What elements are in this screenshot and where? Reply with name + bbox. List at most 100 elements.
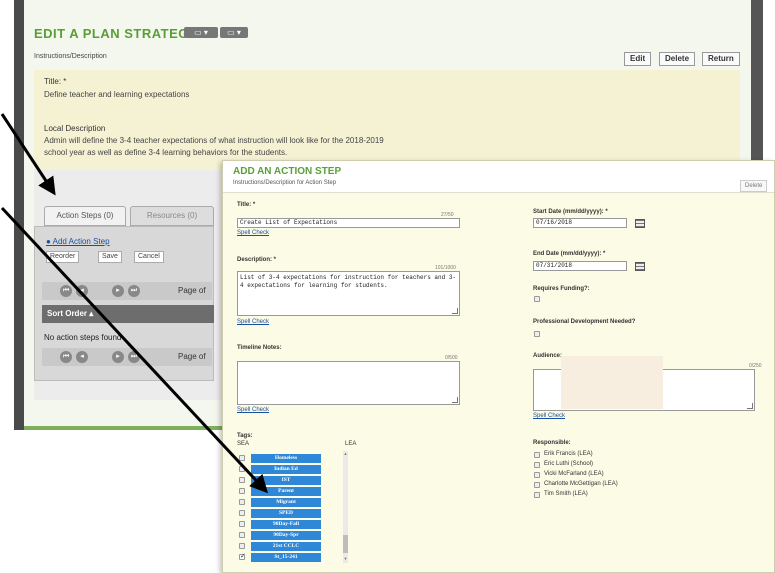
page-label: Page of	[178, 352, 206, 361]
pager-bottom: ⏮ ◂ ▸ ⏭ Page of	[42, 348, 212, 366]
sort-order-header[interactable]: Sort Order ▴	[42, 305, 214, 323]
tag-checkbox[interactable]	[239, 521, 245, 527]
tag-label: SPED	[251, 509, 321, 518]
title-spell-check-link[interactable]: Spell Check	[237, 230, 269, 236]
timeline-notes-textarea[interactable]	[237, 361, 460, 405]
scroll-up-icon[interactable]: ▲	[343, 451, 348, 456]
start-date-input[interactable]: 07/16/2018	[533, 218, 627, 228]
sea-label: SEA	[237, 441, 250, 447]
left-dark-border	[14, 0, 24, 430]
audience-spell-check-link[interactable]: Spell Check	[533, 413, 565, 419]
responsible-checkbox[interactable]	[534, 482, 540, 488]
tag-checkbox[interactable]	[239, 499, 245, 505]
lea-label: LEA	[345, 441, 357, 447]
obscuring-overlay	[561, 356, 663, 409]
edit-button[interactable]: Edit	[624, 52, 652, 66]
end-date-input[interactable]: 07/31/2018	[533, 261, 627, 271]
cancel-button[interactable]: Cancel	[134, 251, 164, 263]
description-textarea[interactable]: List of 3-4 expectations for instruction…	[237, 271, 460, 316]
responsible-name: Charlotte McGettigan (LEA)	[544, 481, 618, 487]
tag-label: 90Day-Spr	[251, 531, 321, 540]
right-dark-border	[751, 0, 763, 160]
timeline-notes-label: Timeline Notes:	[237, 345, 282, 351]
first-page-icon[interactable]: ⏮	[60, 285, 72, 297]
sort-order-label: Sort Order	[47, 309, 88, 318]
prev-page-icon[interactable]: ◂	[76, 285, 88, 297]
last-page-icon[interactable]: ⏭	[128, 351, 140, 363]
return-button[interactable]: Return	[702, 52, 740, 66]
end-date-label: End Date (mm/dd/yyyy): *	[533, 251, 606, 257]
responsible-name: Vicki McFarland (LEA)	[544, 471, 604, 477]
pager-top: ⏮ ◂ ▸ ⏭ Page of	[42, 282, 212, 300]
next-page-icon[interactable]: ▸	[112, 285, 124, 297]
description-line-1: Admin will define the 3-4 teacher expect…	[44, 136, 384, 145]
tag-checkbox[interactable]	[239, 477, 245, 483]
dialog-title: ADD AN ACTION STEP	[233, 166, 342, 177]
prev-page-icon[interactable]: ◂	[76, 351, 88, 363]
page-label: Page of	[178, 286, 206, 295]
tag-label: 21st CCLC	[251, 542, 321, 551]
description-spell-check-link[interactable]: Spell Check	[237, 319, 269, 325]
add-action-step-dialog: ADD AN ACTION STEP Instructions/Descript…	[222, 160, 775, 573]
responsible-checkbox[interactable]	[534, 492, 540, 498]
options-icon[interactable]: ▭ ▾	[220, 27, 248, 38]
title-label: Title: *	[237, 202, 256, 208]
next-page-icon[interactable]: ▸	[112, 351, 124, 363]
first-page-icon[interactable]: ⏮	[60, 351, 72, 363]
tag-label: IST	[251, 476, 321, 485]
responsible-checkbox[interactable]	[534, 462, 540, 468]
title-label: Title: *	[44, 77, 67, 86]
reorder-button[interactable]: Reorder	[46, 251, 80, 263]
tag-checkbox[interactable]	[239, 510, 245, 516]
requires-funding-label: Requires Funding?:	[533, 286, 590, 292]
responsible-name: Tim Smith (LEA)	[544, 491, 588, 497]
tab-action-steps[interactable]: Action Steps (0)	[44, 206, 126, 226]
tag-checkbox[interactable]	[239, 488, 245, 494]
start-calendar-icon[interactable]	[635, 219, 645, 228]
expand-icon[interactable]: ▭ ▾	[184, 27, 218, 38]
responsible-label: Responsible:	[533, 440, 571, 446]
timeline-spell-check-link[interactable]: Spell Check	[237, 407, 269, 413]
tag-label: Migrant	[251, 498, 321, 507]
save-button[interactable]: Save	[98, 251, 122, 263]
title-input[interactable]: Create List of Expectations	[237, 218, 460, 228]
add-action-step-link[interactable]: ● Add Action Step	[46, 237, 110, 246]
tag-checkbox[interactable]	[239, 543, 245, 549]
start-date-label: Start Date (mm/dd/yyyy): *	[533, 209, 608, 215]
page-subtitle: Instructions/Description	[34, 53, 107, 60]
audience-label: Audience:	[533, 353, 563, 359]
scroll-thumb[interactable]	[343, 535, 348, 553]
add-action-step-label: Add Action Step	[52, 237, 110, 246]
tag-label: St_15-241	[251, 553, 321, 562]
description-label: Local Description	[44, 124, 106, 133]
professional-development-checkbox[interactable]	[534, 331, 540, 337]
dialog-delete-button[interactable]: Delete	[740, 180, 768, 192]
dialog-header: ADD AN ACTION STEP Instructions/Descript…	[223, 161, 774, 193]
tag-checkbox[interactable]	[239, 532, 245, 538]
tag-checkbox[interactable]	[239, 466, 245, 472]
responsible-name: Eric Luthi (School)	[544, 461, 594, 467]
tag-checkbox[interactable]	[239, 552, 246, 560]
tags-label: Tags:	[237, 433, 253, 439]
responsible-checkbox[interactable]	[534, 472, 540, 478]
tag-label: Parent	[251, 487, 321, 496]
tag-label: Homeless	[251, 454, 321, 463]
tag-label: 90Day-Fall	[251, 520, 321, 529]
last-page-icon[interactable]: ⏭	[128, 285, 140, 297]
tag-label: Indian Ed	[251, 465, 321, 474]
tag-checkbox[interactable]	[239, 455, 245, 461]
tab-resources[interactable]: Resources (0)	[130, 206, 214, 226]
scroll-down-icon[interactable]: ▼	[343, 556, 348, 561]
page-title: EDIT A PLAN STRATEGY	[34, 26, 199, 41]
delete-button[interactable]: Delete	[659, 52, 696, 66]
responsible-checkbox[interactable]	[534, 452, 540, 458]
dialog-subtitle: Instructions/Description for Action Step	[233, 180, 337, 186]
professional-development-label: Professional Development Needed?	[533, 319, 636, 325]
tag-list-scrollbar[interactable]: ▲ ▼	[343, 451, 348, 563]
responsible-name: Erik Francis (LEA)	[544, 451, 593, 457]
empty-state-text: No action steps found	[44, 333, 122, 342]
title-value: Define teacher and learning expectations	[44, 90, 190, 99]
end-calendar-icon[interactable]	[635, 262, 645, 271]
requires-funding-checkbox[interactable]	[534, 296, 540, 302]
description-line-2: school year as well as define 3-4 learni…	[44, 148, 288, 157]
